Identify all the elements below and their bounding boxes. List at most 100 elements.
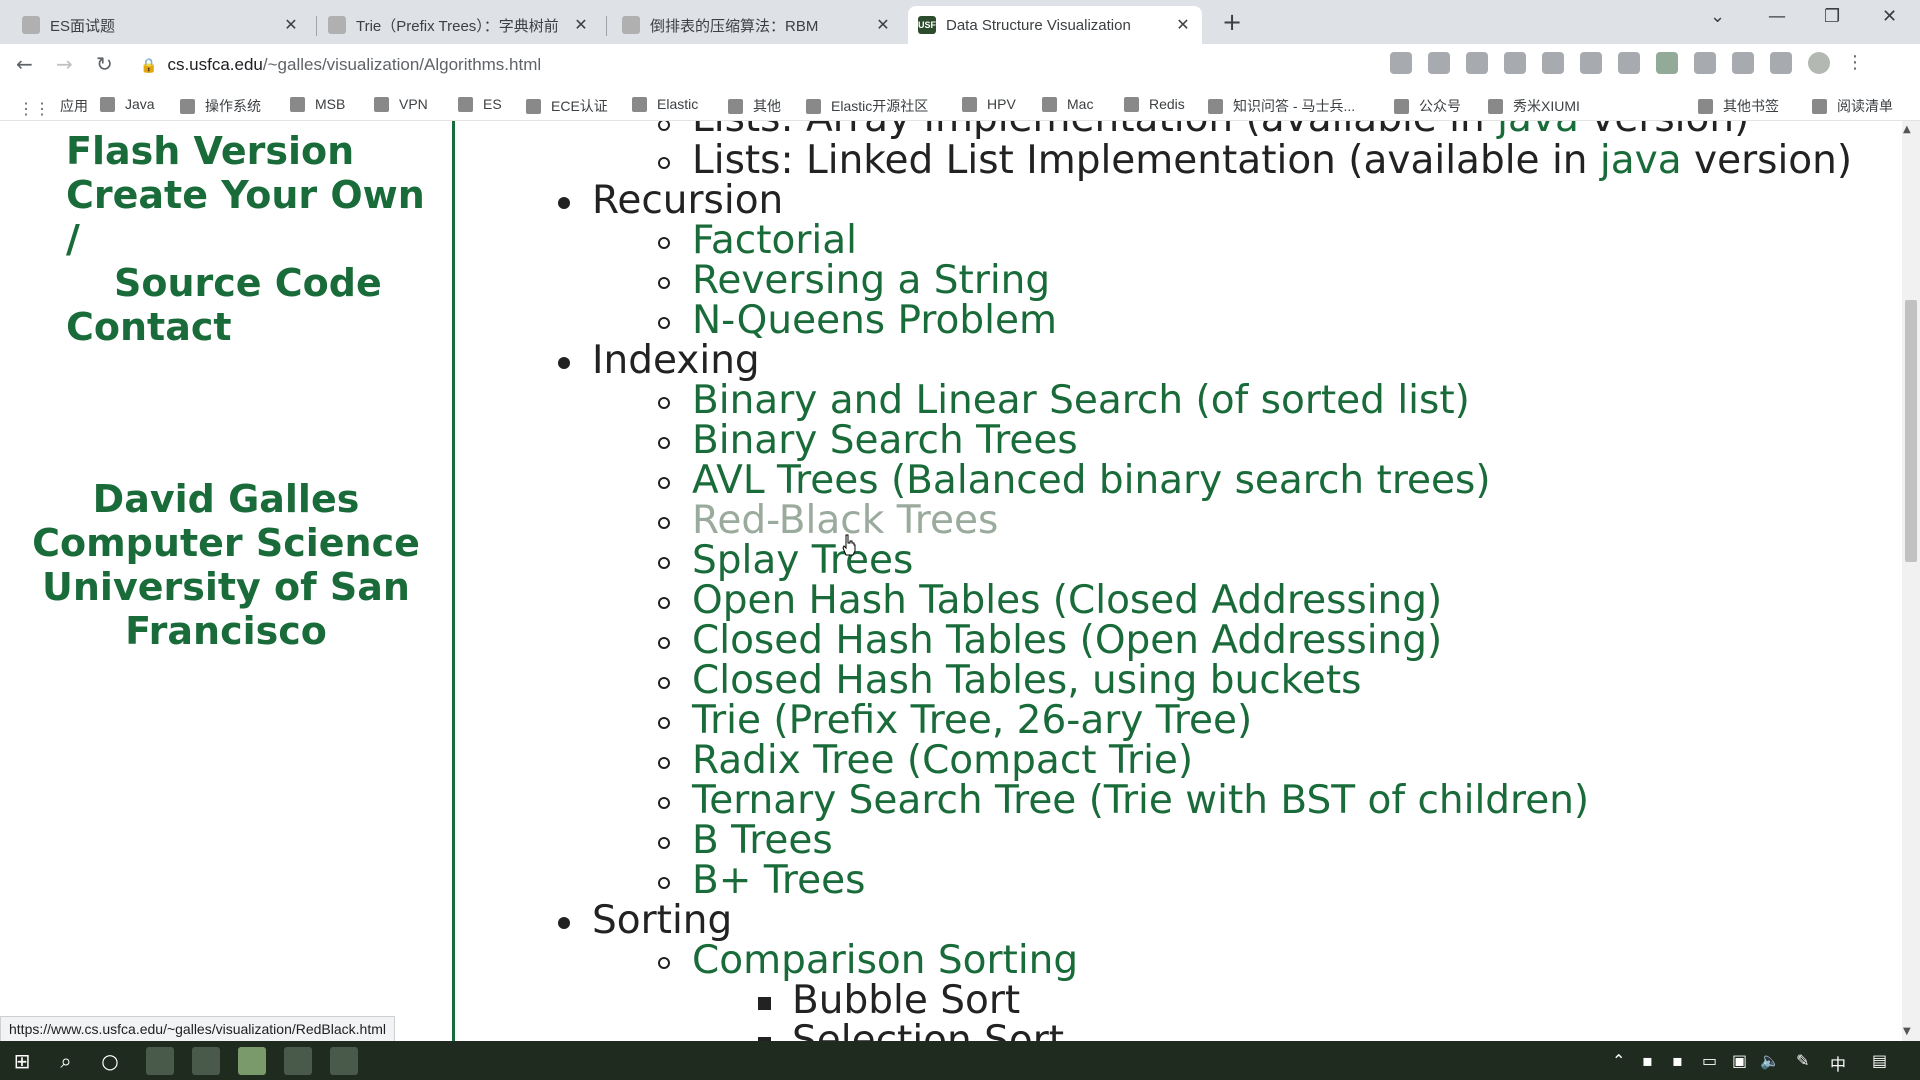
- window-close-button[interactable]: ✕: [1882, 6, 1897, 27]
- minimize-button[interactable]: —: [1768, 6, 1786, 27]
- tab-trie[interactable]: Trie（Prefix Trees）：字典树前 ✕: [318, 6, 600, 44]
- close-icon[interactable]: ✕: [874, 15, 892, 35]
- more-menu-icon[interactable]: ⋮: [1846, 52, 1864, 74]
- trie-link[interactable]: Trie (Prefix Tree, 26-ary Tree): [692, 701, 1252, 741]
- file-explorer-icon[interactable]: [192, 1047, 220, 1075]
- bookmark-star-icon[interactable]: [1504, 52, 1526, 74]
- bookmark-item[interactable]: 其他: [728, 96, 781, 116]
- circle-bullet: [658, 557, 670, 569]
- taskbar-app-icon[interactable]: [146, 1047, 174, 1075]
- ternary-search-tree-link[interactable]: Ternary Search Tree (Trie with BST of ch…: [692, 781, 1589, 821]
- back-arrow-icon[interactable]: ←: [16, 52, 33, 76]
- zoom-icon[interactable]: [1428, 52, 1450, 74]
- ime-indicator[interactable]: 中: [1830, 1051, 1846, 1075]
- bubble-sort-item: Bubble Sort: [792, 978, 1021, 1023]
- bookmark-item[interactable]: Java: [100, 96, 155, 112]
- scrollbar-thumb[interactable]: [1905, 300, 1917, 562]
- puzzle-icon[interactable]: [1732, 52, 1754, 74]
- extension-icon[interactable]: [1618, 52, 1640, 74]
- bookmark-item[interactable]: 知识问答 - 马士兵...: [1208, 96, 1355, 116]
- media-icon[interactable]: [1770, 52, 1792, 74]
- closed-hash-buckets-link[interactable]: Closed Hash Tables, using buckets: [692, 661, 1361, 701]
- radix-tree-link[interactable]: Radix Tree (Compact Trie): [692, 741, 1193, 781]
- bookmark-item[interactable]: MSB: [290, 96, 345, 112]
- extension-icon[interactable]: [1656, 52, 1678, 74]
- tab-title: ES面试题: [50, 17, 116, 35]
- tray-app-icon[interactable]: ▪: [1672, 1051, 1683, 1070]
- open-hash-tables-link[interactable]: Open Hash Tables (Closed Addressing): [692, 581, 1442, 621]
- binary-linear-search-link[interactable]: Binary and Linear Search (of sorted list…: [692, 381, 1470, 421]
- network-icon[interactable]: ▣: [1732, 1051, 1747, 1070]
- create-your-own-link[interactable]: Create Your Own: [66, 173, 425, 217]
- java-link[interactable]: java: [1600, 138, 1682, 183]
- bookmark-other[interactable]: 其他书签: [1698, 96, 1779, 116]
- bookmark-item[interactable]: Elastic开源社区: [806, 96, 928, 116]
- tab-es-interview[interactable]: ES面试题 ✕: [12, 6, 310, 44]
- tab-search-chevron-icon[interactable]: ⌄: [1710, 6, 1725, 27]
- flash-version-link[interactable]: Flash Version: [66, 129, 354, 173]
- translate-icon[interactable]: [1390, 52, 1412, 74]
- extension-icon[interactable]: [1542, 52, 1564, 74]
- closed-hash-tables-link[interactable]: Closed Hash Tables (Open Addressing): [692, 621, 1442, 661]
- close-icon[interactable]: ✕: [1174, 15, 1192, 35]
- avl-trees-link[interactable]: AVL Trees (Balanced binary search trees): [692, 461, 1491, 501]
- circle-bullet: [658, 397, 670, 409]
- extension-icon[interactable]: [1694, 52, 1716, 74]
- bookmark-item[interactable]: ES: [458, 96, 502, 112]
- source-code-link[interactable]: Source Code: [114, 261, 382, 305]
- bookmark-item[interactable]: 操作系统: [180, 96, 261, 116]
- close-icon[interactable]: ✕: [282, 15, 300, 35]
- restore-button[interactable]: ❐: [1824, 6, 1840, 27]
- selection-sort-item: Selection Sort: [792, 1018, 1065, 1042]
- site-icon: [1208, 98, 1223, 114]
- windows-start-icon[interactable]: ⊞: [8, 1047, 36, 1075]
- bookmark-label: MSB: [315, 96, 346, 112]
- bookmark-item[interactable]: HPV: [962, 96, 1016, 112]
- notification-icon[interactable]: ▤: [1872, 1051, 1887, 1070]
- scroll-down-arrow-icon[interactable]: ▼: [1903, 1026, 1911, 1037]
- tray-chevron-icon[interactable]: ⌃: [1612, 1051, 1625, 1070]
- chrome-icon[interactable]: [238, 1047, 266, 1075]
- page-scrollbar[interactable]: [1902, 121, 1920, 1041]
- reload-icon[interactable]: ↻: [96, 52, 113, 76]
- volume-icon[interactable]: 🔈: [1760, 1051, 1780, 1070]
- taskbar-app-icon[interactable]: [284, 1047, 312, 1075]
- battery-icon[interactable]: ▭: [1702, 1051, 1717, 1070]
- bookmark-item[interactable]: VPN: [374, 96, 428, 112]
- item-text: Lists: Linked List Implementation (avail…: [692, 138, 1600, 183]
- scroll-up-arrow-icon[interactable]: ▲: [1903, 124, 1911, 135]
- url-host: cs.usfca.edu: [167, 55, 263, 74]
- factorial-link[interactable]: Factorial: [692, 221, 857, 261]
- b-plus-trees-link[interactable]: B+ Trees: [692, 861, 865, 901]
- tab-data-structure-visualization[interactable]: USF Data Structure Visualization ✕: [908, 6, 1202, 44]
- profile-avatar-icon[interactable]: [1808, 52, 1830, 74]
- address-bar[interactable]: 🔒 cs.usfca.edu /~galles/visualization/Al…: [140, 50, 1340, 80]
- n-queens-link[interactable]: N-Queens Problem: [692, 301, 1057, 341]
- splay-trees-link[interactable]: Splay Trees: [692, 541, 913, 581]
- wps-icon[interactable]: [330, 1047, 358, 1075]
- tab-rbm[interactable]: 倒排表的压缩算法：RBM ✕: [612, 6, 902, 44]
- bookmark-item[interactable]: Elastic: [632, 96, 698, 112]
- tray-app-icon[interactable]: ▪: [1642, 1051, 1653, 1070]
- bookmark-item[interactable]: 秀米XIUMI: [1488, 96, 1580, 116]
- binary-search-trees-link[interactable]: Binary Search Trees: [692, 421, 1078, 461]
- cortana-icon[interactable]: ○: [96, 1047, 124, 1075]
- search-icon[interactable]: ⌕: [52, 1047, 80, 1075]
- bookmark-item[interactable]: Redis: [1124, 96, 1185, 112]
- pen-icon[interactable]: ✎: [1796, 1051, 1809, 1070]
- bookmark-item[interactable]: 公众号: [1394, 96, 1461, 116]
- reversing-string-link[interactable]: Reversing a String: [692, 261, 1050, 301]
- extension-icon[interactable]: [1580, 52, 1602, 74]
- bookmark-item[interactable]: Mac: [1042, 96, 1093, 112]
- new-tab-button[interactable]: +: [1222, 8, 1242, 36]
- close-icon[interactable]: ✕: [572, 15, 590, 35]
- comparison-sorting-link[interactable]: Comparison Sorting: [692, 941, 1078, 981]
- forward-arrow-icon[interactable]: →: [56, 52, 73, 76]
- bookmark-apps[interactable]: ⋮⋮ 应用: [18, 96, 88, 118]
- bookmark-label: 操作系统: [205, 98, 261, 114]
- b-trees-link[interactable]: B Trees: [692, 821, 833, 861]
- contact-link[interactable]: Contact: [66, 305, 232, 349]
- bookmark-reading-list[interactable]: 阅读清单: [1812, 96, 1893, 116]
- share-icon[interactable]: [1466, 52, 1488, 74]
- bookmark-item[interactable]: ECE认证: [526, 96, 608, 116]
